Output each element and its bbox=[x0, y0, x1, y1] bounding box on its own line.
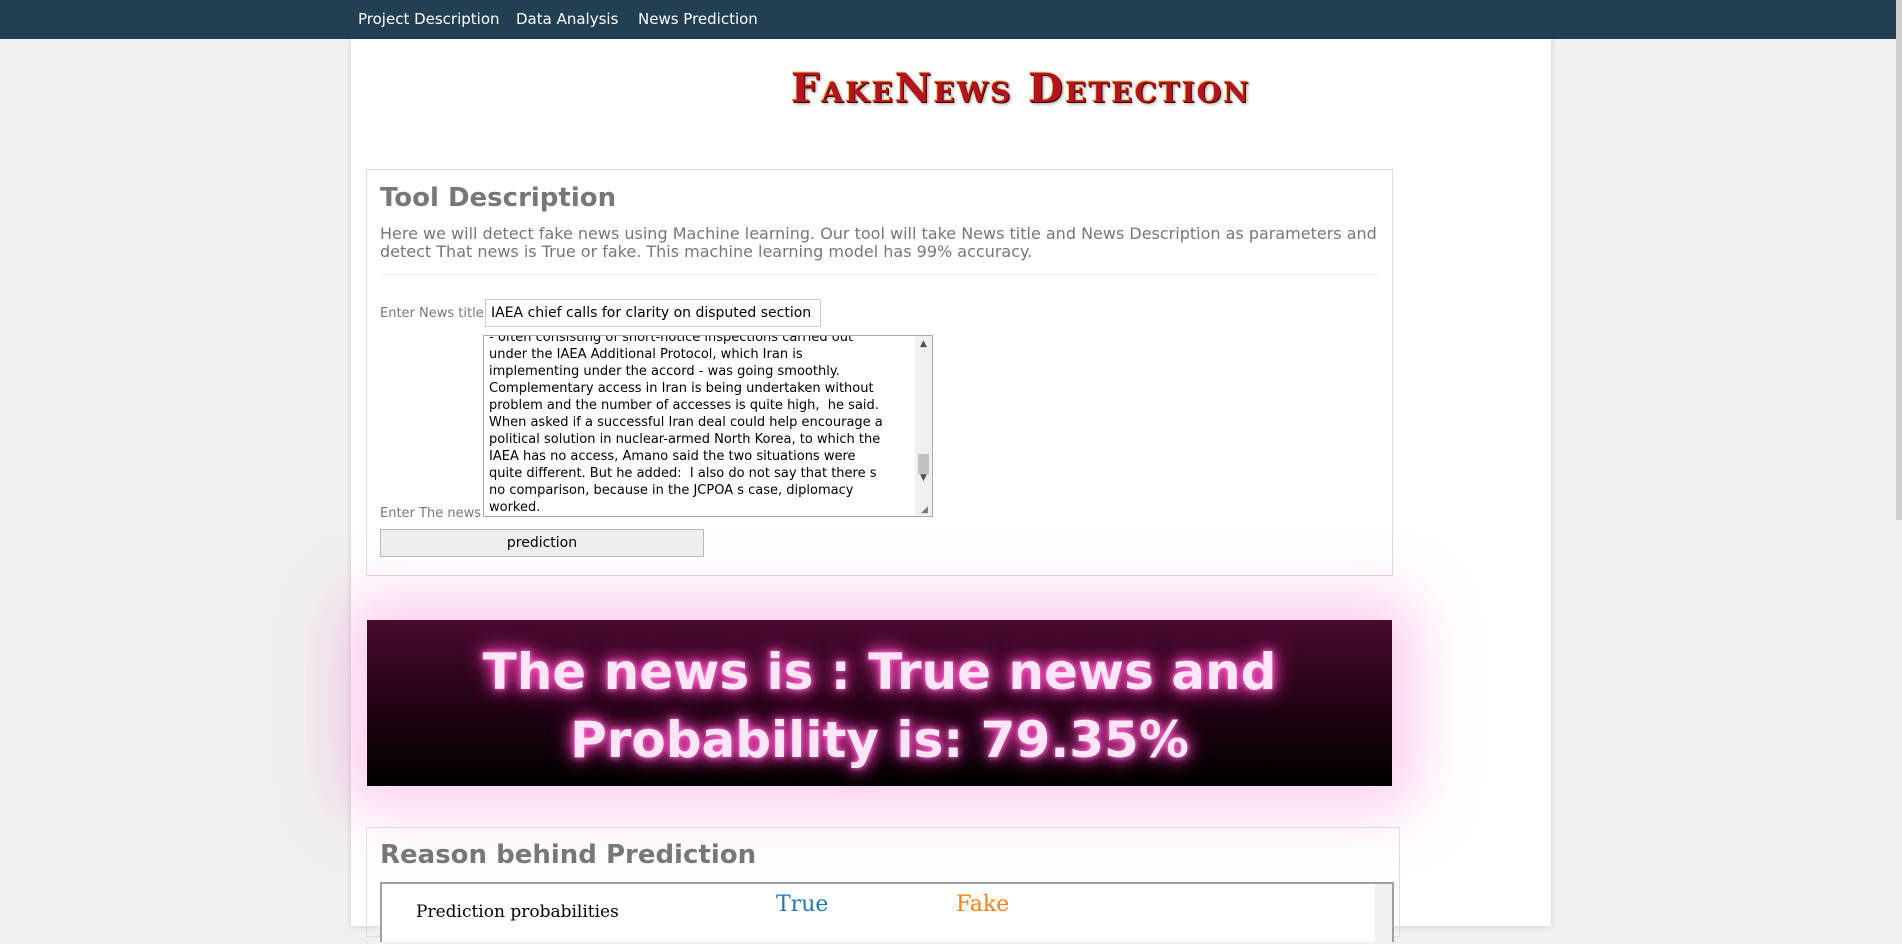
news-body-label: Enter The news bbox=[380, 506, 481, 521]
tool-description-heading: Tool Description bbox=[380, 183, 617, 213]
prediction-button[interactable]: prediction bbox=[380, 529, 704, 557]
scroll-down-icon[interactable]: ▼ bbox=[915, 470, 932, 487]
news-body-text: - often consisting of short-notice inspe… bbox=[489, 335, 883, 515]
reason-heading: Reason behind Prediction bbox=[380, 840, 757, 870]
prediction-probabilities-label: Prediction probabilities bbox=[416, 902, 619, 922]
textarea-scrollbar[interactable]: ▲ ▼ bbox=[915, 336, 932, 516]
prediction-result-text: The news is : True news and Probability … bbox=[482, 643, 1277, 769]
result-banner: The news is : True news and Probability … bbox=[367, 620, 1392, 786]
top-navbar: Project Description Data Analysis News P… bbox=[0, 0, 1902, 39]
scroll-up-icon[interactable]: ▲ bbox=[915, 336, 932, 353]
explanation-frame: Prediction probabilities True Fake bbox=[380, 882, 1394, 944]
tool-description-text: Here we will detect fake news using Mach… bbox=[380, 224, 1377, 261]
nav-data-analysis[interactable]: Data Analysis bbox=[516, 0, 618, 39]
resize-grip-icon[interactable]: ◢ bbox=[921, 505, 931, 515]
reason-panel: Reason behind Prediction Prediction prob… bbox=[366, 827, 1400, 944]
fakenews-logo: FakeNews Detection bbox=[791, 65, 1251, 112]
tool-description-panel: Tool Description Here we will detect fak… bbox=[366, 169, 1393, 576]
page-scrollbar[interactable] bbox=[1896, 0, 1902, 520]
nav-project-description[interactable]: Project Description bbox=[358, 0, 500, 39]
divider bbox=[379, 274, 1381, 275]
news-title-input[interactable] bbox=[485, 299, 821, 327]
frame-scrollbar[interactable] bbox=[1375, 884, 1392, 944]
nav-news-prediction[interactable]: News Prediction bbox=[638, 0, 758, 39]
news-body-textarea[interactable]: - often consisting of short-notice inspe… bbox=[483, 335, 933, 517]
news-title-label: Enter News title bbox=[380, 306, 484, 321]
true-class-label: True bbox=[776, 892, 829, 917]
page-container: FakeNews Detection Tool Description Here… bbox=[351, 39, 1551, 944]
fake-class-label: Fake bbox=[956, 892, 1010, 917]
